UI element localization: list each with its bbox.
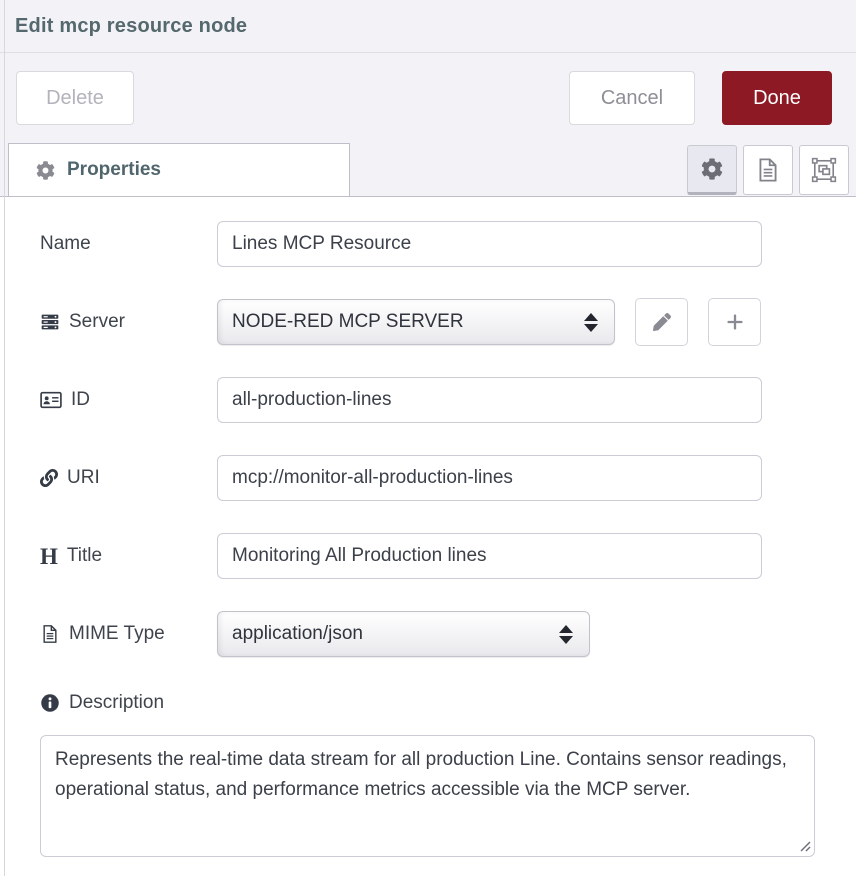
delete-button[interactable]: Delete: [16, 71, 134, 125]
id-input[interactable]: [217, 377, 762, 423]
server-icon: [40, 312, 60, 332]
title-input[interactable]: [217, 533, 762, 579]
name-input[interactable]: [217, 221, 762, 267]
doc-icon: [755, 157, 781, 183]
properties-view-button[interactable]: [687, 145, 737, 195]
editor-tab-bar: Properties: [0, 143, 856, 197]
properties-form: Name Server NODE-RED MCP SERVER: [0, 197, 856, 857]
mime-label: MIME Type: [40, 623, 217, 645]
description-textarea-wrap: Represents the real-time data stream for…: [40, 735, 815, 857]
done-button[interactable]: Done: [722, 71, 832, 125]
form-row-name: Name: [40, 221, 856, 267]
description-textarea[interactable]: Represents the real-time data stream for…: [40, 735, 815, 857]
form-row-title: H Title: [40, 533, 856, 579]
plus-icon: [725, 312, 745, 332]
description-label: Description: [40, 692, 217, 714]
description-view-button[interactable]: [743, 145, 793, 195]
mime-select[interactable]: application/json: [217, 611, 590, 657]
cancel-button[interactable]: Cancel: [569, 71, 695, 125]
dialog-header: Edit mcp resource node: [0, 0, 856, 53]
dialog-toolbar: Delete Cancel Done: [0, 53, 856, 143]
heading-icon: H: [40, 545, 58, 568]
mime-select-value: application/json: [232, 623, 559, 645]
form-row-uri: URI: [40, 455, 856, 501]
gear-icon: [701, 158, 723, 180]
file-text-icon: [40, 624, 60, 644]
edit-server-button[interactable]: [635, 298, 688, 346]
form-row-mime: MIME Type application/json: [40, 611, 856, 657]
pencil-icon: [653, 313, 671, 331]
gear-icon: [36, 161, 55, 180]
link-icon: [40, 469, 58, 487]
appearance-icon: [811, 157, 837, 183]
panel-left-edge: [4, 0, 5, 876]
form-row-id: ID: [40, 377, 856, 423]
tab-properties[interactable]: Properties: [8, 143, 350, 196]
id-label: ID: [40, 389, 217, 411]
uri-input[interactable]: [217, 455, 762, 501]
form-row-server: Server NODE-RED MCP SERVER: [40, 299, 856, 345]
select-arrows-icon: [559, 625, 573, 644]
tab-properties-label: Properties: [67, 159, 161, 181]
info-icon: [40, 693, 60, 713]
form-row-description-label: Description: [40, 689, 856, 717]
server-select-value: NODE-RED MCP SERVER: [232, 311, 584, 333]
uri-label: URI: [40, 467, 217, 489]
select-arrows-icon: [584, 313, 598, 332]
id-card-icon: [40, 389, 62, 411]
add-server-button[interactable]: [708, 298, 761, 346]
editor-view-buttons: [687, 145, 849, 195]
dialog-title: Edit mcp resource node: [15, 15, 247, 38]
name-label: Name: [40, 233, 217, 255]
server-label: Server: [40, 311, 217, 333]
title-label: H Title: [40, 545, 217, 568]
server-select[interactable]: NODE-RED MCP SERVER: [217, 299, 615, 345]
appearance-view-button[interactable]: [799, 145, 849, 195]
